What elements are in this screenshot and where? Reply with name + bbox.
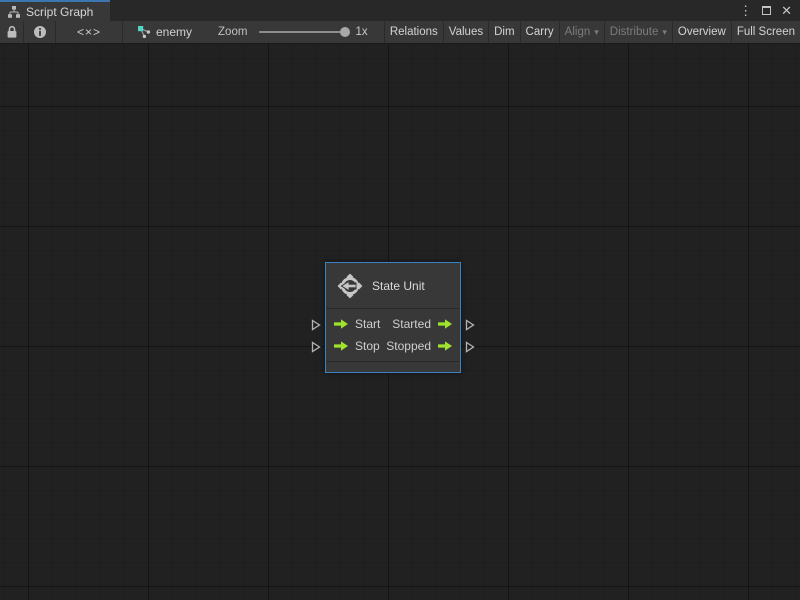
carry-button[interactable]: Carry xyxy=(520,21,559,43)
align-button: Align ▾ xyxy=(559,21,604,43)
zoom-slider[interactable] xyxy=(259,27,351,37)
node-footer xyxy=(326,362,460,372)
port-row: Stop Stopped xyxy=(326,335,460,357)
distribute-button: Distribute ▾ xyxy=(604,21,672,43)
connect-triangle-icon[interactable] xyxy=(311,319,321,331)
window-controls: ⋮ ✕ xyxy=(739,0,800,21)
tab-title: Script Graph xyxy=(26,4,94,19)
port-arrow-icon xyxy=(334,341,348,351)
port-row: Start Started xyxy=(326,313,460,335)
node-header[interactable]: State Unit xyxy=(326,263,460,309)
port-label: Stopped xyxy=(386,339,431,353)
button-label: Dim xyxy=(494,26,515,38)
tab-bar: Script Graph ⋮ ✕ xyxy=(0,0,800,21)
relations-button[interactable]: Relations xyxy=(384,21,443,43)
port-label: Start xyxy=(355,317,381,331)
values-button[interactable]: Values xyxy=(443,21,489,43)
button-label: Values xyxy=(448,26,484,38)
code-preview-icon: <×> xyxy=(76,25,102,39)
code-preview-button[interactable]: <×> xyxy=(56,21,122,43)
full-screen-button[interactable]: Full Screen xyxy=(731,21,800,43)
maximize-icon[interactable] xyxy=(762,6,772,15)
connect-triangle-icon[interactable] xyxy=(311,341,321,353)
toolbar-separator xyxy=(122,21,123,43)
graph-hierarchy-icon xyxy=(7,5,21,19)
overview-button[interactable]: Overview xyxy=(672,21,731,43)
button-label: Full Screen xyxy=(736,26,795,38)
node-ports: Start Started Stop Stopped xyxy=(326,309,460,362)
toolbar-buttons: Relations Values Dim Carry Align ▾ Distr… xyxy=(383,21,800,43)
button-label: Relations xyxy=(389,26,438,38)
port-label: Stop xyxy=(355,339,380,353)
info-button[interactable] xyxy=(24,21,55,43)
breadcrumb[interactable]: enemy xyxy=(137,21,192,43)
zoom-slider-handle[interactable] xyxy=(340,27,351,37)
button-label: Overview xyxy=(677,26,726,38)
info-icon xyxy=(33,25,47,39)
node-title: State Unit xyxy=(372,278,425,293)
output-port-stopped[interactable]: Stopped xyxy=(386,339,453,353)
connect-triangle-icon[interactable] xyxy=(465,341,475,353)
state-unit-node[interactable]: State Unit Start Started Stop Stopped xyxy=(311,262,475,373)
zoom-control: Zoom 1x xyxy=(218,21,368,43)
port-label: Started xyxy=(392,317,431,331)
port-arrow-icon xyxy=(438,341,452,351)
toolbar: <×> enemy Zoom 1x Relations Values Dim C… xyxy=(0,21,800,44)
tab-script-graph[interactable]: Script Graph xyxy=(0,0,110,21)
button-label: Align xyxy=(564,26,591,38)
port-arrow-icon xyxy=(438,319,452,329)
graph-canvas[interactable]: State Unit Start Started Stop Stopped xyxy=(0,44,800,600)
lock-button[interactable] xyxy=(0,21,23,43)
dropdown-arrow-icon: ▾ xyxy=(594,27,599,37)
dropdown-arrow-icon: ▾ xyxy=(662,27,667,37)
output-port-started[interactable]: Started xyxy=(392,317,453,331)
graph-network-icon xyxy=(137,25,151,39)
lock-icon xyxy=(6,25,18,39)
dim-button[interactable]: Dim xyxy=(489,21,520,43)
input-port-stop[interactable]: Stop xyxy=(333,339,380,353)
connect-triangle-icon[interactable] xyxy=(465,319,475,331)
button-label: Carry xyxy=(525,26,554,38)
zoom-value: 1x xyxy=(355,26,368,38)
zoom-label: Zoom xyxy=(218,26,248,38)
breadcrumb-label: enemy xyxy=(156,25,193,39)
state-unit-icon xyxy=(337,273,363,299)
input-port-start[interactable]: Start xyxy=(333,317,380,331)
port-arrow-icon xyxy=(334,319,348,329)
close-icon[interactable]: ✕ xyxy=(781,4,792,17)
menu-icon[interactable]: ⋮ xyxy=(739,4,752,17)
button-label: Distribute xyxy=(609,26,659,38)
